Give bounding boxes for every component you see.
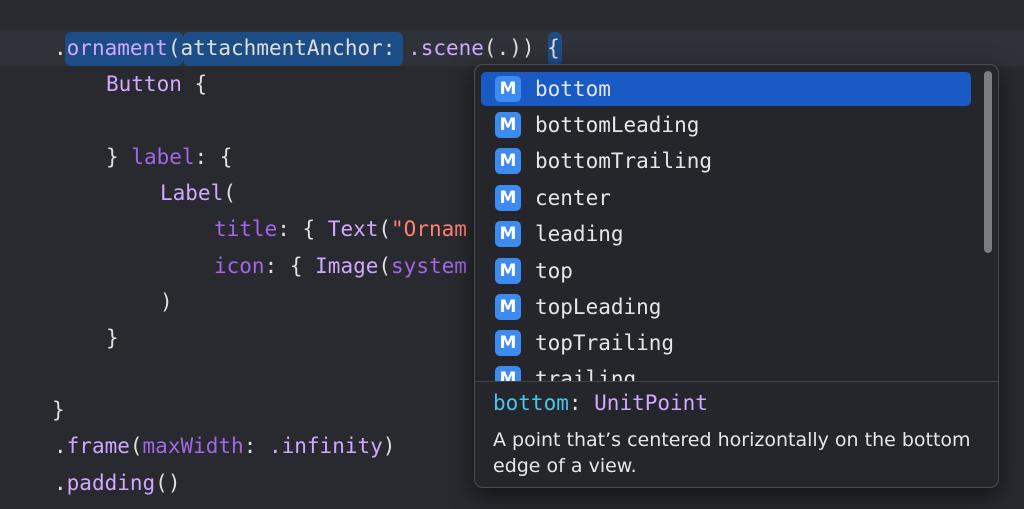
parameter-label: label: [131, 145, 195, 169]
parens: (): [155, 471, 181, 495]
code-line: ): [160, 284, 173, 320]
method-badge-icon: M: [495, 294, 521, 320]
documentation-description: A point that’s centered horizontally on …: [493, 429, 971, 477]
colon-brace: : {: [277, 217, 328, 241]
colon: :: [382, 36, 409, 60]
completion-item-label: bottomTrailing: [535, 149, 713, 173]
completion-item-bottomTrailing[interactable]: M bottomTrailing: [481, 144, 971, 178]
member-name: .infinity: [268, 434, 383, 458]
brace: }: [106, 145, 132, 169]
completion-item-label: trailing: [535, 367, 637, 381]
completion-item-label: bottomLeading: [535, 113, 700, 137]
member-name: .scene: [408, 36, 484, 60]
paren: (: [129, 434, 143, 458]
code-line: Button {: [106, 66, 207, 102]
documentation-signature: bottom: UnitPoint: [493, 391, 708, 415]
method-badge-icon: M: [495, 185, 521, 211]
brace: }: [106, 326, 119, 350]
method-badge-icon: M: [495, 366, 521, 381]
completion-scrollbar[interactable]: [984, 71, 992, 253]
method-badge-icon: M: [495, 112, 521, 138]
code-line: Label(: [160, 175, 236, 211]
paren: ): [160, 290, 173, 314]
method-badge-icon: M: [495, 258, 521, 284]
completion-item-center[interactable]: M center: [481, 181, 971, 215]
type-name: Button: [106, 72, 182, 96]
colon-brace: : {: [194, 145, 233, 169]
paren: (: [378, 217, 392, 241]
method-badge-icon: M: [495, 76, 521, 102]
completion-item-label: bottom: [535, 77, 611, 101]
doc-symbol-name: bottom: [493, 391, 569, 415]
parameter-label: title: [214, 217, 278, 241]
method-name: frame: [66, 434, 130, 458]
code-line: }: [106, 320, 119, 356]
code-line: }: [52, 392, 65, 428]
method-badge-icon: M: [495, 221, 521, 247]
type-name: Label: [160, 181, 224, 205]
completion-item-topTrailing[interactable]: M topTrailing: [481, 326, 971, 360]
code-line: .padding(): [54, 465, 180, 501]
parameter-label: attachmentAnchor: [180, 36, 383, 60]
dot: .: [54, 471, 67, 495]
completion-item-label: top: [535, 259, 573, 283]
code-line: title: { Text("Ornam: [214, 211, 467, 247]
code-line: }: [52, 0, 116, 60]
completion-item-trailing[interactable]: M trailing: [481, 362, 971, 381]
completion-item-label: center: [535, 186, 611, 210]
brace: {: [534, 36, 560, 60]
parameter-label: system: [391, 254, 467, 278]
completion-item-label: topTrailing: [535, 331, 675, 355]
brace: {: [181, 72, 208, 96]
args: (.): [483, 36, 522, 60]
method-name: padding: [66, 471, 156, 495]
paren: (: [223, 181, 236, 205]
parameter-label: icon: [214, 254, 265, 278]
completion-popup: M bottom M bottomLeading M bottomTrailin…: [474, 64, 999, 488]
completion-list[interactable]: M bottom M bottomLeading M bottomTrailin…: [475, 65, 998, 381]
dot: .: [54, 36, 67, 60]
string-literal: "Ornam: [391, 217, 467, 241]
paren: ): [521, 36, 535, 60]
paren: (: [378, 254, 392, 278]
method-badge-icon: M: [495, 330, 521, 356]
colon: :: [243, 434, 269, 458]
code-line: icon: { Image(system: [214, 248, 467, 284]
paren: ): [382, 434, 396, 458]
completion-item-leading[interactable]: M leading: [481, 217, 971, 251]
doc-type-name: UnitPoint: [594, 391, 708, 415]
method-badge-icon: M: [495, 148, 521, 174]
completion-item-label: topLeading: [535, 295, 662, 319]
dot: .: [54, 434, 67, 458]
paren: (: [167, 36, 181, 60]
code-line: .ornament(attachmentAnchor: .scene(.)) {: [54, 30, 560, 66]
completion-item-label: leading: [535, 222, 624, 246]
type-name: Text: [327, 217, 379, 241]
method-name: ornament: [66, 36, 168, 60]
doc-colon: :: [568, 391, 595, 415]
divider: [475, 381, 998, 382]
completion-item-topLeading[interactable]: M topLeading: [481, 290, 971, 324]
colon-brace: : {: [264, 254, 316, 278]
parameter-label: maxWidth: [142, 434, 244, 458]
code-line: .frame(maxWidth: .infinity): [54, 428, 395, 464]
code-line: } label: {: [106, 139, 232, 175]
brace: }: [52, 398, 65, 422]
completion-item-top[interactable]: M top: [481, 254, 971, 288]
completion-item-bottomLeading[interactable]: M bottomLeading: [481, 108, 971, 142]
completion-item-bottom[interactable]: M bottom: [481, 72, 971, 106]
type-name: Image: [315, 254, 379, 278]
